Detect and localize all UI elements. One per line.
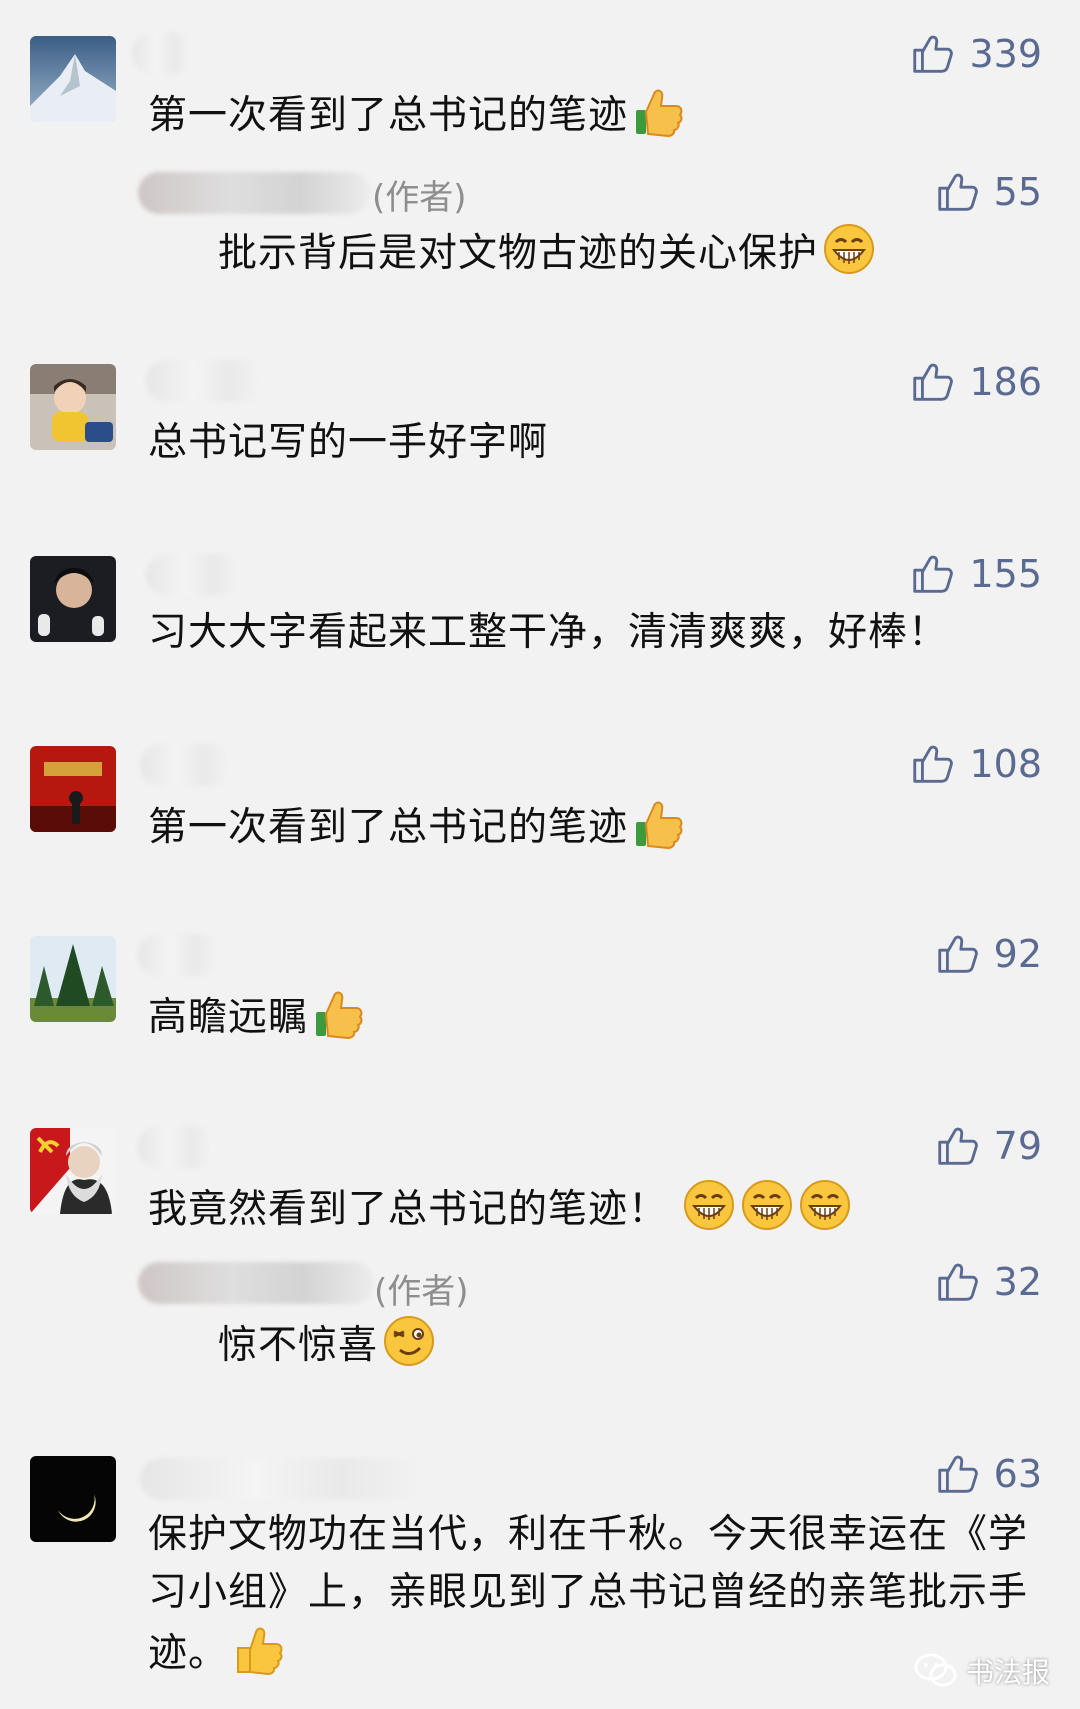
like-count: 155	[969, 552, 1042, 596]
like-button[interactable]: 155	[909, 546, 1042, 602]
username-blurred[interactable]	[138, 934, 220, 976]
author-name-blurred[interactable]	[138, 172, 370, 214]
author-tag: (作者)	[374, 1272, 469, 1312]
like-count: 79	[993, 1124, 1042, 1168]
avatar[interactable]	[30, 1456, 116, 1542]
comment-text: 第一次看到了总书记的笔迹	[148, 796, 1042, 857]
thumbs-up-emoji-icon	[312, 986, 366, 1040]
reply-text: 惊不惊喜	[218, 1314, 1042, 1375]
comment-text: 习大大字看起来工整干净，清清爽爽，好棒！	[148, 610, 949, 655]
username-blurred[interactable]	[146, 554, 242, 596]
like-button[interactable]: 79	[934, 1118, 1042, 1174]
author-name-blurred[interactable]	[138, 1262, 374, 1304]
thumbs-up-icon	[937, 173, 978, 211]
author-tag: (作者)	[372, 178, 467, 218]
thumbs-up-icon	[913, 555, 954, 593]
like-button[interactable]: 32	[934, 1254, 1042, 1310]
username-blurred[interactable]	[138, 1126, 214, 1168]
thumbs-up-icon	[913, 745, 954, 783]
username-blurred[interactable]	[140, 744, 232, 786]
thumbs-up-icon	[937, 1263, 978, 1301]
like-button[interactable]: 108	[909, 736, 1042, 792]
watermark-text: 书法报	[965, 1656, 1050, 1689]
thumbs-up-icon	[913, 35, 954, 73]
grin-emoji-icon	[740, 1178, 794, 1232]
comment-text: 高瞻远瞩	[148, 986, 1042, 1047]
like-button[interactable]: 92	[934, 926, 1042, 982]
thumbs-up-emoji-icon	[632, 796, 686, 850]
username-blurred[interactable]	[132, 32, 192, 74]
avatar[interactable]	[30, 364, 116, 450]
comment-text: 保护文物功在当代，利在千秋。今天很幸运在《学习小组》上，亲眼见到了总书记曾经的亲…	[148, 1512, 1029, 1676]
avatar[interactable]	[30, 1128, 116, 1214]
like-count: 55	[993, 170, 1042, 214]
wink-emoji-icon	[382, 1314, 436, 1368]
like-button[interactable]: 186	[909, 354, 1042, 410]
grin-emoji-icon	[682, 1178, 736, 1232]
username-blurred[interactable]	[140, 1458, 430, 1500]
thumbs-up-emoji-icon	[632, 84, 686, 138]
thumbs-up-icon	[937, 935, 978, 973]
grin-emoji-icon	[822, 222, 876, 276]
like-count: 186	[969, 360, 1042, 404]
comment-text: 我竟然看到了总书记的笔迹！	[148, 1178, 1042, 1239]
like-button[interactable]: 339	[909, 26, 1042, 82]
thumbs-up-emoji-icon	[232, 1622, 286, 1676]
like-count: 339	[969, 32, 1042, 76]
thumbs-up-icon	[937, 1455, 978, 1493]
avatar[interactable]	[30, 936, 116, 1022]
like-button[interactable]: 55	[934, 164, 1042, 220]
like-count: 63	[993, 1452, 1042, 1496]
thumbs-up-icon	[913, 363, 954, 401]
wechat-icon	[914, 1653, 957, 1687]
comment-text: 第一次看到了总书记的笔迹	[148, 84, 1042, 145]
like-button[interactable]: 63	[934, 1446, 1042, 1502]
like-count: 92	[993, 932, 1042, 976]
avatar[interactable]	[30, 36, 116, 122]
like-count: 32	[993, 1260, 1042, 1304]
comment-text: 总书记写的一手好字啊	[148, 420, 549, 465]
grin-emoji-icon	[798, 1178, 852, 1232]
username-blurred[interactable]	[146, 360, 264, 402]
like-count: 108	[969, 742, 1042, 786]
avatar[interactable]	[30, 746, 116, 832]
reply-text: 批示背后是对文物古迹的关心保护	[218, 222, 1042, 283]
avatar[interactable]	[30, 556, 116, 642]
thumbs-up-icon	[937, 1127, 978, 1165]
watermark: 书法报	[914, 1651, 1050, 1691]
